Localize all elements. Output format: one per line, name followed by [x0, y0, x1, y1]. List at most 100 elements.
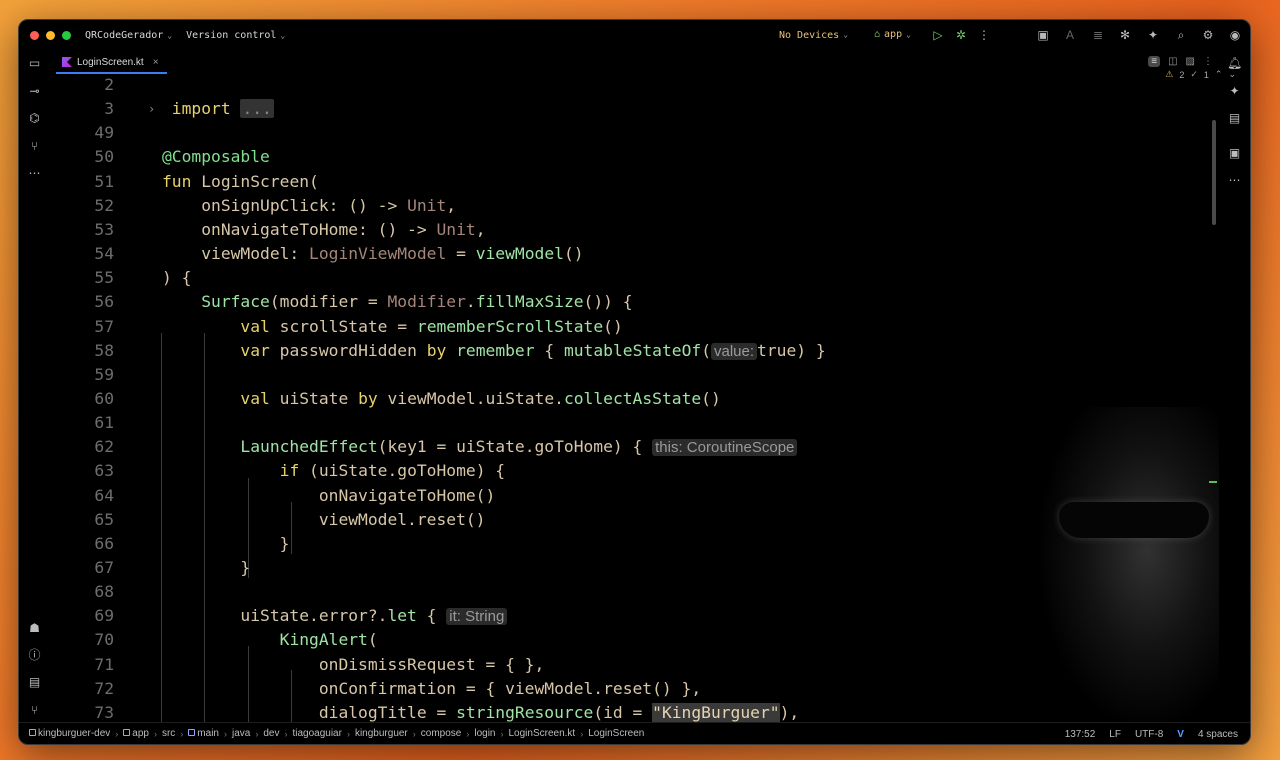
line-number[interactable]: 70	[50, 628, 114, 652]
line-number[interactable]: 58	[50, 339, 114, 363]
line-number[interactable]: 57	[50, 315, 114, 339]
code-line[interactable]: 62 LaunchedEffect(key1 = uiState.goToHom…	[50, 435, 1219, 459]
code-line[interactable]: 67 }	[50, 556, 1219, 580]
device-manager-icon[interactable]: ▣	[1036, 28, 1050, 42]
line-number[interactable]: 52	[50, 194, 114, 218]
code-line[interactable]: 66 }	[50, 532, 1219, 556]
breadcrumb-item[interactable]: kingburguer-dev	[29, 728, 110, 739]
commit-icon[interactable]: ⊸	[27, 84, 42, 99]
device-file-icon[interactable]: ▤	[1227, 111, 1242, 126]
breadcrumb-item[interactable]: tiagoaguiar	[292, 728, 341, 739]
chevron-down-icon[interactable]: ⌄	[1228, 69, 1236, 80]
more-icon[interactable]: ⋯	[27, 166, 42, 181]
breadcrumb-item[interactable]: compose	[421, 728, 462, 739]
code-line[interactable]: 3 › import ...	[50, 97, 1219, 121]
line-number[interactable]: 66	[50, 532, 114, 556]
code-line[interactable]: 57 val scrollState = rememberScrollState…	[50, 315, 1219, 339]
breadcrumb-item[interactable]: LoginScreen.kt	[508, 728, 575, 739]
search-icon[interactable]: ⌕	[1174, 28, 1188, 42]
resource-manager-icon[interactable]: ⌬	[27, 111, 42, 126]
code-line[interactable]: 58 var passwordHidden by remember { muta…	[50, 339, 1219, 363]
code-line[interactable]: 69 uiState.error?.let { it: String	[50, 604, 1219, 628]
line-number[interactable]: 60	[50, 387, 114, 411]
project-selector[interactable]: QRCodeGerador ⌄	[85, 30, 172, 41]
line-number[interactable]: 67	[50, 556, 114, 580]
code-line[interactable]: 53 onNavigateToHome: () -> Unit,	[50, 218, 1219, 242]
account-icon[interactable]: ◉	[1228, 28, 1242, 42]
terminal-icon[interactable]: ▤	[27, 675, 42, 690]
pull-requests-icon[interactable]: ⑂	[27, 139, 42, 154]
code-line[interactable]: 51 fun LoginScreen(	[50, 170, 1219, 194]
line-number[interactable]: 50	[50, 145, 114, 169]
line-number[interactable]: 56	[50, 290, 114, 314]
code-line[interactable]: 59	[50, 363, 1219, 387]
gear-icon[interactable]: ⚙	[1201, 28, 1215, 42]
line-number[interactable]: 51	[50, 170, 114, 194]
code-line[interactable]: 71 onDismissRequest = { },	[50, 653, 1219, 677]
code-line[interactable]: 72 onConfirmation = { viewModel.reset() …	[50, 677, 1219, 701]
line-number[interactable]: 73	[50, 701, 114, 722]
line-number[interactable]: 55	[50, 266, 114, 290]
breadcrumb-item[interactable]: kingburguer	[355, 728, 408, 739]
file-encoding[interactable]: UTF-8	[1135, 729, 1163, 740]
vim-icon[interactable]: V	[1177, 729, 1184, 740]
code-editor[interactable]: 2 3 › import ... 49 50 @Composable 51 fun Login…	[50, 77, 1219, 722]
zoom-window-button[interactable]	[62, 31, 71, 40]
line-number[interactable]: 69	[50, 604, 114, 628]
code-line[interactable]: 61	[50, 411, 1219, 435]
breadcrumb-item[interactable]: main	[188, 728, 219, 739]
run-config-selector[interactable]: ⌂ app ⌄	[874, 29, 911, 40]
code-line[interactable]: 64 onNavigateToHome()	[50, 484, 1219, 508]
line-number[interactable]: 2	[50, 77, 114, 97]
git-icon[interactable]: ⑂	[27, 703, 42, 718]
line-number[interactable]: 54	[50, 242, 114, 266]
code-line[interactable]: 50 @Composable	[50, 145, 1219, 169]
running-devices-icon[interactable]: ▣	[1227, 146, 1242, 161]
code-line[interactable]: 73 dialogTitle = stringResource(id = "Ki…	[50, 701, 1219, 722]
code-line[interactable]: 60 val uiState by viewModel.uiState.coll…	[50, 387, 1219, 411]
line-number[interactable]: 62	[50, 435, 114, 459]
code-line[interactable]: 68	[50, 580, 1219, 604]
caret-position[interactable]: 137:52	[1065, 729, 1096, 740]
code-view-icon[interactable]: ≡	[1148, 56, 1161, 67]
run-icon[interactable]: ▷	[931, 28, 945, 42]
android-robot-icon[interactable]: ☗	[27, 621, 42, 636]
debug-icon[interactable]: ✲	[954, 28, 968, 42]
code-line[interactable]: 54 viewModel: LoginViewModel = viewModel…	[50, 242, 1219, 266]
bug-icon[interactable]: ✻	[1118, 28, 1132, 42]
line-number[interactable]: 63	[50, 459, 114, 483]
breadcrumb-item[interactable]: src	[162, 728, 175, 739]
line-number[interactable]: 65	[50, 508, 114, 532]
code-line[interactable]: 49	[50, 121, 1219, 145]
vcs-selector[interactable]: Version control ⌄	[186, 30, 285, 41]
gemini-icon[interactable]: ✦	[1146, 28, 1160, 42]
more-icon[interactable]: ⋯	[1227, 173, 1242, 188]
breadcrumb-item[interactable]: java	[232, 728, 250, 739]
line-separator[interactable]: LF	[1109, 729, 1121, 740]
layout-inspector-icon[interactable]: ≣	[1091, 28, 1105, 42]
breadcrumb-item[interactable]: dev	[263, 728, 279, 739]
code-line[interactable]: 65 viewModel.reset()	[50, 508, 1219, 532]
code-line[interactable]: 55) {	[50, 266, 1219, 290]
line-number[interactable]: 59	[50, 363, 114, 387]
breadcrumb-item[interactable]: login	[474, 728, 495, 739]
line-number[interactable]: 3	[50, 97, 114, 121]
code-line[interactable]: 56 Surface(modifier = Modifier.fillMaxSi…	[50, 290, 1219, 314]
close-icon[interactable]: ×	[153, 57, 159, 68]
breadcrumb-item[interactable]: app	[123, 728, 149, 739]
design-view-icon[interactable]: ▨	[1186, 56, 1195, 67]
code-line[interactable]: 70 KingAlert(	[50, 628, 1219, 652]
breadcrumb-item[interactable]: LoginScreen	[588, 728, 644, 739]
line-number[interactable]: 71	[50, 653, 114, 677]
translate-icon[interactable]: A	[1063, 28, 1077, 42]
line-number[interactable]: 72	[50, 677, 114, 701]
line-number[interactable]: 68	[50, 580, 114, 604]
tab-loginscreen[interactable]: LoginScreen.kt ×	[56, 52, 167, 74]
fold-chevron-icon[interactable]: ›	[148, 97, 155, 121]
gemini-chat-icon[interactable]: ✦	[1227, 84, 1242, 99]
more-actions-icon[interactable]: ⋮	[977, 28, 991, 42]
line-number[interactable]: 53	[50, 218, 114, 242]
editor-scrollbar[interactable]	[1212, 120, 1216, 225]
close-window-button[interactable]	[30, 31, 39, 40]
code-line[interactable]: 52 onSignUpClick: () -> Unit,	[50, 194, 1219, 218]
